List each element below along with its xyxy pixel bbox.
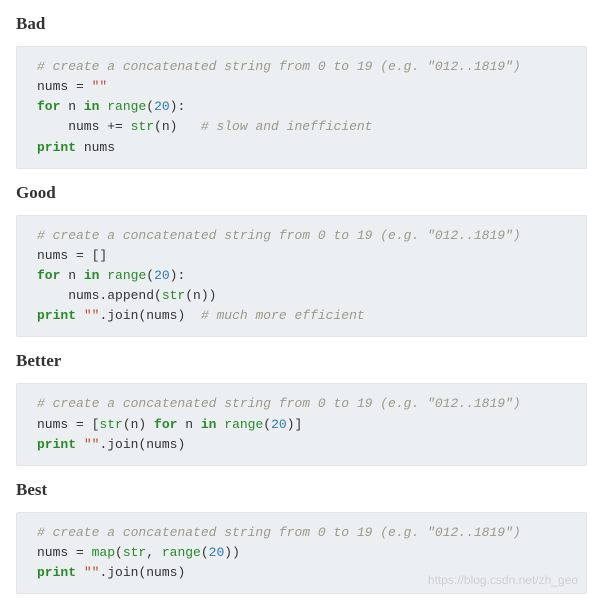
- code-text: n: [60, 99, 83, 114]
- code-text: n: [177, 417, 200, 432]
- code-text: [76, 437, 84, 452]
- code-text: )]: [287, 417, 303, 432]
- code-keyword: for: [37, 268, 60, 283]
- code-keyword: print: [37, 308, 76, 323]
- code-comment: # create a concatenated string from 0 to…: [37, 525, 521, 540]
- code-comment: # slow and inefficient: [201, 119, 373, 134]
- code-text: n: [60, 268, 83, 283]
- watermark-text: https://blog.csdn.net/zh_geo: [428, 571, 578, 590]
- code-text: .join(nums): [99, 437, 185, 452]
- code-builtin: range: [162, 545, 201, 560]
- code-builtin: str: [131, 119, 154, 134]
- code-keyword: in: [84, 268, 100, 283]
- code-number: 20: [271, 417, 287, 432]
- code-text: ,: [146, 545, 162, 560]
- code-text: (: [146, 99, 154, 114]
- code-keyword: in: [84, 99, 100, 114]
- code-string: "": [84, 565, 100, 580]
- code-builtin: str: [162, 288, 185, 303]
- code-comment: # create a concatenated string from 0 to…: [37, 59, 521, 74]
- code-text: .join(nums): [99, 308, 200, 323]
- code-text: (: [201, 545, 209, 560]
- code-comment: # much more efficient: [201, 308, 365, 323]
- code-text: nums = [: [37, 417, 99, 432]
- code-text: [76, 565, 84, 580]
- code-keyword: for: [37, 99, 60, 114]
- code-text: (: [146, 268, 154, 283]
- code-comment: # create a concatenated string from 0 to…: [37, 396, 521, 411]
- code-number: 20: [209, 545, 225, 560]
- heading-better: Better: [16, 351, 587, 371]
- code-keyword: print: [37, 140, 76, 155]
- code-text: )): [224, 545, 240, 560]
- code-number: 20: [154, 268, 170, 283]
- code-builtin: str: [123, 545, 146, 560]
- code-block-best: # create a concatenated string from 0 to…: [16, 512, 587, 594]
- heading-good: Good: [16, 183, 587, 203]
- code-text: (n): [154, 119, 201, 134]
- code-text: nums = []: [37, 248, 107, 263]
- code-builtin: range: [107, 268, 146, 283]
- code-text: nums: [76, 140, 115, 155]
- code-keyword: print: [37, 437, 76, 452]
- code-text: nums.append(: [37, 288, 162, 303]
- code-builtin: str: [99, 417, 122, 432]
- code-text: [76, 308, 84, 323]
- code-builtin: map: [92, 545, 115, 560]
- code-comment: # create a concatenated string from 0 to…: [37, 228, 521, 243]
- code-text: (: [115, 545, 123, 560]
- code-keyword: print: [37, 565, 76, 580]
- code-builtin: range: [107, 99, 146, 114]
- code-string: "": [92, 79, 108, 94]
- heading-best: Best: [16, 480, 587, 500]
- code-text: .join(nums): [99, 565, 185, 580]
- code-text: ):: [170, 268, 186, 283]
- code-number: 20: [154, 99, 170, 114]
- code-text: nums =: [37, 545, 92, 560]
- code-text: nums =: [37, 79, 92, 94]
- code-string: "": [84, 308, 100, 323]
- code-block-better: # create a concatenated string from 0 to…: [16, 383, 587, 465]
- heading-bad: Bad: [16, 14, 587, 34]
- code-keyword: in: [201, 417, 217, 432]
- code-text: (n)): [185, 288, 216, 303]
- code-string: "": [84, 437, 100, 452]
- code-keyword: for: [154, 417, 177, 432]
- code-builtin: range: [224, 417, 263, 432]
- code-block-bad: # create a concatenated string from 0 to…: [16, 46, 587, 169]
- code-text: (: [263, 417, 271, 432]
- code-text: ):: [170, 99, 186, 114]
- code-block-good: # create a concatenated string from 0 to…: [16, 215, 587, 338]
- code-text: (n): [123, 417, 154, 432]
- code-text: nums +=: [37, 119, 131, 134]
